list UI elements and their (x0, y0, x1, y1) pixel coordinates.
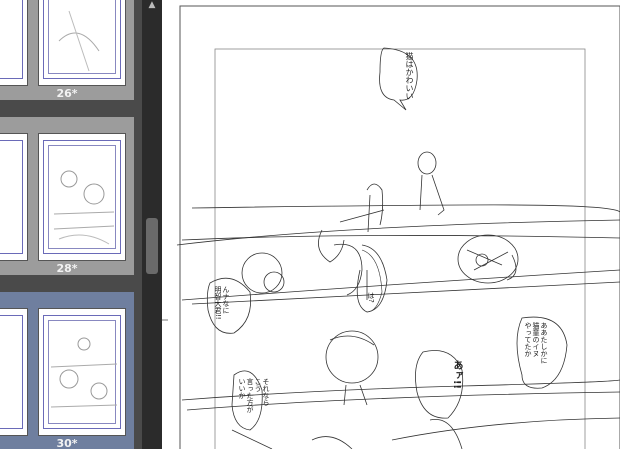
scrollbar-thumb[interactable] (146, 218, 158, 274)
page-number-label: 28* (56, 262, 78, 275)
speech-bubble-cat[interactable]: 猫はかわいい (405, 52, 414, 108)
page-thumbnail[interactable] (38, 308, 126, 436)
page-thumbnail[interactable] (0, 0, 28, 86)
page-number-label: 26* (56, 87, 78, 100)
page-item-30[interactable]: 30* (0, 292, 134, 449)
speech-bubble-teacher[interactable]: ああたしかに 猫童のイヌ やってたか (524, 322, 548, 382)
scroll-up-arrow-icon[interactable]: ▲ (144, 0, 160, 10)
page-number-label: 30* (56, 437, 78, 449)
speech-bubble-huh[interactable]: は? (366, 292, 375, 312)
page-item-28[interactable]: 28* (0, 117, 134, 275)
thumbnail-scrollbar[interactable]: ▲ (142, 0, 162, 449)
speech-bubble-ah[interactable]: あァ!! (451, 360, 462, 400)
page-thumbnail[interactable] (38, 133, 126, 261)
page-item-26[interactable]: 26* (0, 0, 134, 100)
page-thumbnail-panel: 26* 28* 30* (0, 0, 142, 449)
page-thumbnail[interactable] (0, 308, 28, 436)
speech-bubble-other[interactable]: それなら こう 言った方が いいか (238, 378, 270, 428)
page-thumbnail[interactable] (0, 133, 28, 261)
speech-bubble-surprise[interactable]: んナなに 明智大君!! (214, 286, 230, 332)
page-thumbnail[interactable] (38, 0, 126, 86)
manga-canvas[interactable]: 猫はかわいい は? んナなに 明智大君!! ああたしかに 猫童のイヌ やってたか… (162, 0, 620, 449)
